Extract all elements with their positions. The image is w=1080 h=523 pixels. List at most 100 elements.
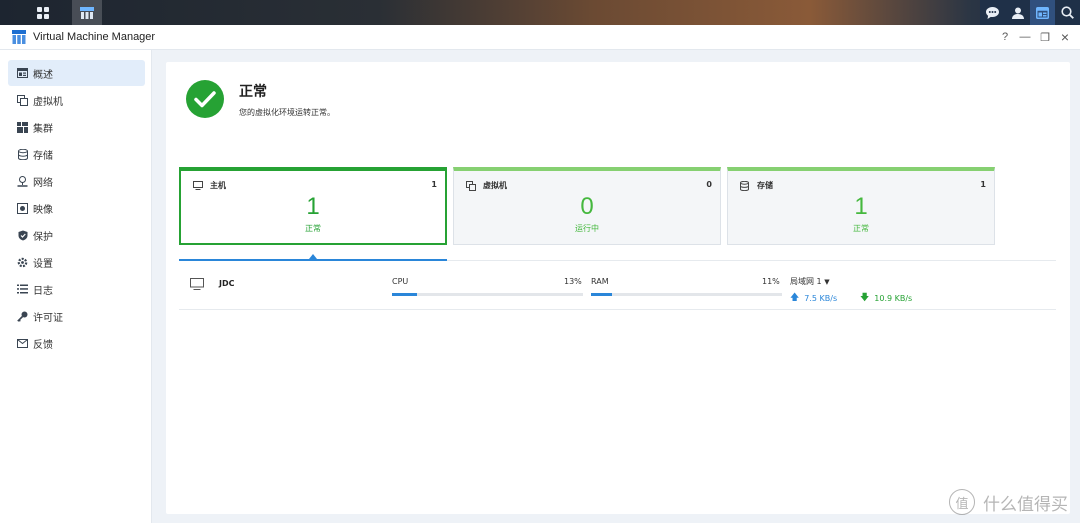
vmm-app-icon	[80, 6, 94, 19]
widgets-icon	[1036, 6, 1049, 19]
upload-rate: 🡅 7.5 KB/s	[790, 290, 837, 306]
ram-meter	[591, 293, 782, 296]
download-rate: 🡇 10.9 KB/s	[860, 290, 912, 306]
sidebar-item-protection[interactable]: 保护	[8, 222, 145, 248]
sidebar-item-label: 概述	[33, 69, 53, 81]
card-number: 1	[306, 193, 320, 220]
sidebar-item-license[interactable]: 许可证	[8, 303, 145, 329]
protection-icon	[17, 230, 28, 241]
sidebar-item-label: 存储	[33, 150, 53, 162]
chat-icon	[986, 6, 999, 19]
vmm-taskbar-button[interactable]	[72, 0, 102, 25]
settings-icon	[17, 257, 28, 268]
sidebar-item-log[interactable]: 日志	[8, 276, 145, 302]
card-label: 虚拟机	[483, 181, 507, 190]
watermark-logo: 值	[949, 489, 975, 515]
card-number: 0	[580, 193, 594, 220]
notifications-button[interactable]	[980, 0, 1005, 25]
sidebar-item-settings[interactable]: 设置	[8, 249, 145, 275]
ram-percent: 11%	[762, 277, 780, 286]
sidebar-item-label: 许可证	[33, 312, 63, 324]
caret-down-icon: ▼	[824, 278, 830, 286]
sidebar: 概述 虚拟机 集群 存储 网络 映像 保护 设置 日志 许可证 反馈	[0, 50, 152, 523]
watermark-text: 什么值得买	[983, 494, 1068, 515]
sidebar-item-label: 映像	[33, 204, 53, 216]
card-count: 1	[431, 180, 437, 189]
license-icon	[17, 311, 28, 322]
overview-panel: 正常 您的虚拟化环境运转正常。 主机 1 1 正常 虚拟机 0 0 运行中 存储…	[166, 62, 1070, 514]
card-host[interactable]: 主机 1 1 正常	[179, 167, 447, 245]
sidebar-item-storage[interactable]: 存储	[8, 141, 145, 167]
card-count: 1	[980, 180, 986, 189]
cluster-icon	[17, 121, 28, 133]
download-value: 10.9 KB/s	[874, 293, 913, 303]
network-icon	[17, 175, 28, 187]
network-label: 局域网 1	[790, 277, 822, 286]
sidebar-item-overview[interactable]: 概述	[8, 60, 145, 86]
card-status: 正常	[305, 224, 321, 233]
overview-icon	[17, 68, 28, 79]
card-status: 正常	[853, 224, 869, 233]
vm-icon	[17, 94, 28, 106]
card-storage[interactable]: 存储 1 1 正常	[727, 167, 995, 245]
vmm-window: Virtual Machine Manager ? — ❐ × 概述 虚拟机 集…	[0, 25, 1080, 523]
help-button[interactable]: ?	[998, 30, 1012, 44]
card-number: 1	[854, 193, 868, 220]
arrow-down-icon: 🡇	[860, 293, 870, 303]
minimize-button[interactable]: —	[1018, 30, 1032, 44]
taskbar-tray	[980, 0, 1080, 25]
search-button[interactable]	[1055, 0, 1080, 25]
status-description: 您的虚拟化环境运转正常。	[239, 107, 335, 117]
user-icon	[1011, 7, 1024, 19]
sidebar-item-label: 反馈	[33, 339, 53, 351]
restore-button[interactable]: ❐	[1038, 30, 1052, 44]
status-summary: 正常 您的虚拟化环境运转正常。	[186, 80, 335, 118]
host-name: JDC	[219, 279, 235, 288]
host-row[interactable]: JDC CPU 13% RAM 11% 局域网 1 ▼ 🡅 7.5 KB/s 🡇 1…	[179, 261, 1056, 310]
search-icon	[1061, 6, 1074, 19]
feedback-icon	[17, 338, 28, 349]
sidebar-item-cluster[interactable]: 集群	[8, 114, 145, 140]
arrow-up-icon: 🡅	[790, 293, 800, 303]
upload-value: 7.5 KB/s	[804, 293, 838, 303]
card-label: 主机	[210, 181, 226, 190]
card-label: 存储	[757, 181, 773, 190]
cpu-percent: 13%	[564, 277, 582, 286]
network-select[interactable]: 局域网 1 ▼	[790, 276, 830, 287]
monitor-icon	[190, 278, 204, 290]
window-titlebar[interactable]: Virtual Machine Manager ? — ❐ ×	[0, 25, 1080, 50]
status-title: 正常	[239, 83, 267, 100]
ram-label: RAM	[591, 277, 609, 286]
sidebar-item-feedback[interactable]: 反馈	[8, 330, 145, 356]
user-button[interactable]	[1005, 0, 1030, 25]
taskbar	[0, 0, 1080, 25]
check-circle-icon	[186, 80, 224, 118]
widgets-button[interactable]	[1030, 0, 1055, 25]
watermark: 值 什么值得买	[949, 489, 1068, 515]
sidebar-item-image[interactable]: 映像	[8, 195, 145, 221]
sidebar-item-label: 虚拟机	[33, 96, 63, 108]
sidebar-item-network[interactable]: 网络	[8, 168, 145, 194]
card-vm[interactable]: 虚拟机 0 0 运行中	[453, 167, 721, 245]
monitor-icon	[193, 180, 203, 191]
vmm-app-icon	[12, 30, 26, 44]
ram-meter-fill	[591, 293, 612, 296]
grid-icon	[37, 6, 49, 19]
close-button[interactable]: ×	[1058, 29, 1072, 45]
sidebar-item-vm[interactable]: 虚拟机	[8, 87, 145, 113]
sidebar-item-label: 网络	[33, 177, 53, 189]
cpu-label: CPU	[392, 277, 409, 286]
storage-icon	[17, 148, 28, 160]
card-status: 运行中	[575, 224, 599, 233]
cpu-meter	[392, 293, 583, 296]
sidebar-item-label: 保护	[33, 231, 53, 243]
cpu-meter-fill	[392, 293, 417, 296]
card-count: 0	[706, 180, 712, 189]
window-title: Virtual Machine Manager	[33, 31, 156, 43]
sidebar-item-label: 集群	[33, 123, 53, 135]
sidebar-item-label: 日志	[33, 285, 53, 297]
storage-icon	[740, 180, 750, 191]
image-icon	[17, 202, 28, 214]
main-menu-button[interactable]	[28, 0, 58, 25]
log-icon	[17, 284, 28, 295]
